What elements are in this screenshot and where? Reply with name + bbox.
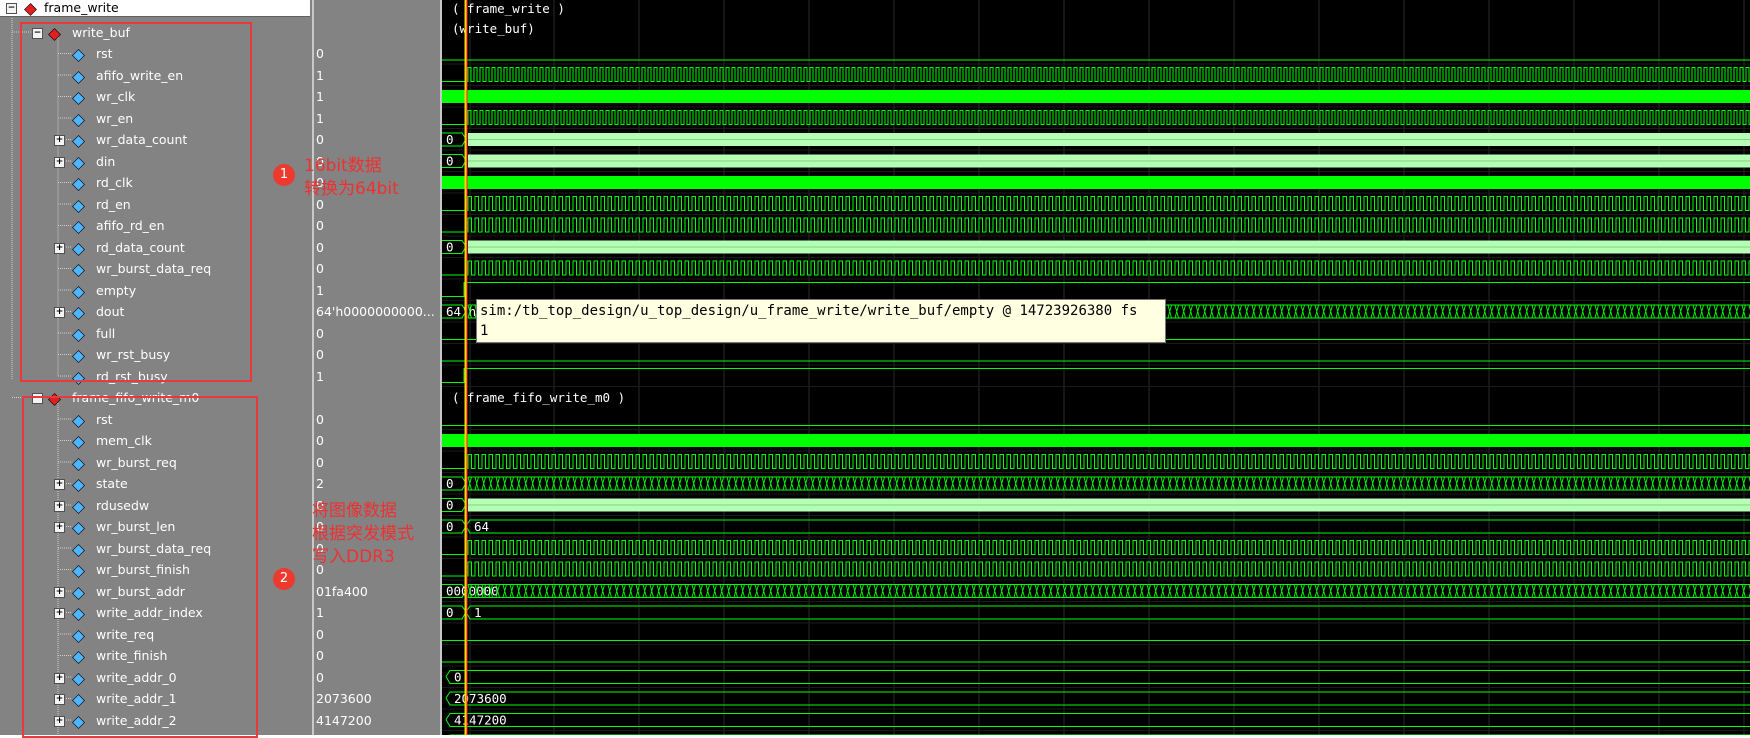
tree-header: − frame_write [0,0,310,17]
pulse-waveform [442,110,1750,125]
clock-waveform [442,434,1750,447]
annotation-text-1-line-1: 16bit数据 [304,156,382,176]
signal-value-afifo-rd-en: 0 [316,218,324,233]
collapse-root-icon[interactable]: − [6,3,17,14]
bit-waveform [442,368,1750,383]
signal-values-panel: 0 1 1 1 0 0 0 0 0 0 0 1 64'h0000000000... 0 0 1 0 0 0 2 0 0 0 0… [314,0,440,735]
signal-value-write-addr-1: 2073600 [316,691,372,706]
tree-root-label[interactable]: frame_write [44,0,119,16]
bus-constant [445,691,1750,706]
signal-value-wr-data-count: 0 [316,132,324,147]
signal-value-afifo-write-en: 1 [316,67,324,83]
signal-value-wr-burst-addr: 01fa400 [316,583,368,599]
bus-dense-transitions [467,584,1750,598]
clock-waveform [442,90,1750,103]
wave-header-frame-fifo-write: ( frame_fifo_write_m0 ) [452,390,625,405]
signal-value-rst: 0 [316,411,324,427]
pulse-waveform [442,217,1750,233]
clock-waveform [442,176,1750,189]
bus-start-value: 0 [446,132,454,147]
signal-value-write-addr-2: 4147200 [316,712,372,728]
signal-value-write-addr-3: 6220800 [316,731,372,735]
waveform-panel[interactable]: ( frame_write ) (write_buf) 0 0 0 64'h( frame… [442,0,1750,735]
bus-start-value: 0 [446,605,454,620]
annotation-text-2: 将图像数据 根据突发模式 写入DDR3 [312,500,414,569]
annotation-text-2-line-3: 写入DDR3 [312,547,395,567]
annotation-text-1-line-2: 转换为64bit [304,179,399,199]
bus-constant [445,670,1750,684]
pulse-waveform [442,454,1750,469]
bus-start-value: 0 [446,476,454,491]
annotation-badge-1: 1 [273,164,295,186]
tooltip-value: 1 [480,323,489,339]
bit-waveform [442,282,1750,297]
bus-value: 4147200 [454,713,507,728]
pulse-waveform [442,561,1750,577]
signal-value-mem-clk: 0 [316,433,324,448]
bus-value: 2073600 [454,691,507,706]
bus-constant [445,713,1750,727]
signal-value-state: 2 [316,476,324,491]
signal-tooltip: sim:/tb_top_design/u_top_design/u_frame_… [476,299,1166,343]
bus-start-value: 0 [446,498,454,513]
signal-value-wr-rst-busy: 0 [316,347,324,362]
bus-value: 0 [454,670,462,685]
pulse-waveform [442,196,1750,211]
annotation-box-frame-fifo-write [22,396,258,738]
bus-single-value [465,519,1750,534]
bus-start-value: 0 [446,154,454,169]
signal-value-wr-clk: 1 [316,89,324,104]
signal-value-write-finish: 0 [316,648,324,663]
bus-single-value [465,605,1750,620]
signal-value-rst: 0 [316,46,324,61]
pulse-waveform [442,260,1750,276]
group-diamond-icon [24,1,37,16]
pulse-waveform [442,67,1750,82]
bus-new-value: 64 [474,519,489,534]
signal-value-rd-rst-busy: 1 [316,368,324,384]
signal-value-full: 0 [316,325,324,341]
annotation-box-write-buf [20,22,252,382]
signal-value-write-req: 0 [316,626,324,642]
bus-new-value: 1 [474,605,482,620]
waveform-canvas[interactable]: ( frame_write )(write_buf)00064'h( frame… [442,0,1750,735]
bus-start-value: 0 [446,240,454,255]
signal-value-dout: 64'h0000000000... [316,304,435,319]
tooltip-path: sim:/tb_top_design/u_top_design/u_frame_… [480,303,1138,319]
bus-start-value: 0 [446,519,454,534]
bus-dense-transitions [467,476,1750,491]
annotation-text-2-line-2: 根据突发模式 [312,524,414,544]
wave-header-write-buf: (write_buf) [452,21,535,36]
signal-value-write-addr-0: 0 [316,669,324,685]
signal-value-write-addr-index: 1 [316,605,324,620]
signal-value-wr-burst-data-req: 0 [316,261,324,276]
signal-value-empty: 1 [316,282,324,298]
wave-header-frame-write: ( frame_write ) [452,1,565,16]
annotation-text-2-line-1: 将图像数据 [312,501,397,521]
signal-value-wr-burst-req: 0 [316,454,324,470]
signal-value-rd-data-count: 0 [316,239,324,255]
signal-value-wr-en: 1 [316,110,324,126]
annotation-text-1: 16bit数据 转换为64bit [304,155,399,201]
pulse-waveform [442,540,1750,555]
annotation-badge-2: 2 [273,568,295,590]
